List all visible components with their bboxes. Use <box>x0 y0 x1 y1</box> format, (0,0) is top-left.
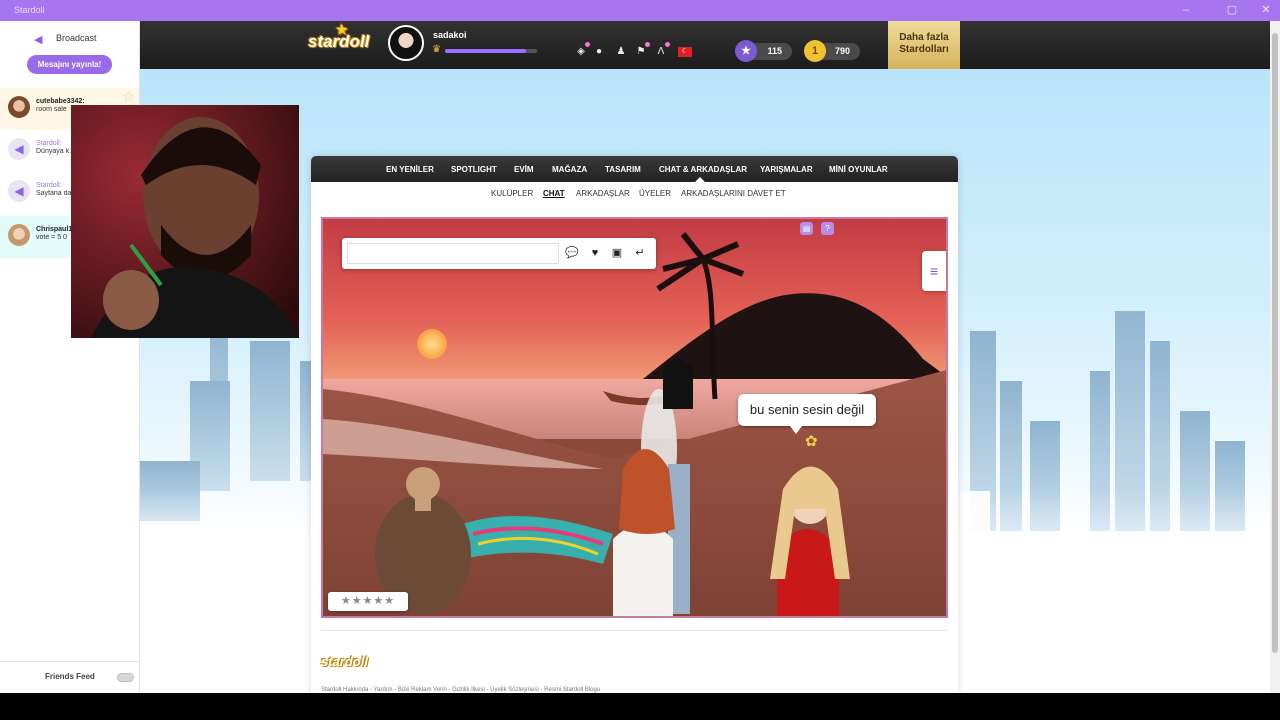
megaphone-icon: ◀ <box>8 138 30 160</box>
bookmark-icon[interactable]: ⚑ <box>634 42 650 59</box>
broadcast-header: ◀ Broadcast <box>34 33 97 46</box>
main-area: ★ stardoll sadakoi ♛ ◈ ● ♟ ⚑ Λ ☾ 115 ★ 79… <box>140 21 1270 693</box>
scrollbar-thumb[interactable] <box>1272 33 1278 653</box>
nav-mini-oyunlar[interactable]: MİNİ OYUNLAR <box>829 165 888 174</box>
crown-icon: ♛ <box>432 44 441 55</box>
photo-icon[interactable]: ▣ <box>609 246 625 260</box>
speech-bubble: bu senin sesin değil <box>738 394 876 434</box>
username[interactable]: sadakoi <box>433 30 467 40</box>
subnav-davet-et[interactable]: ARKADAŞLARINI DAVET ET <box>681 189 786 198</box>
broadcast-label: Broadcast <box>56 33 97 43</box>
nav-spotlight[interactable]: SPOTLIGHT <box>451 165 497 174</box>
closet-icon[interactable]: ◈ <box>574 42 590 59</box>
window-titlebar: Stardoll – ▢ ✕ <box>0 0 1280 21</box>
level-progress-bar <box>445 49 537 53</box>
active-nav-caret <box>695 177 705 182</box>
hamburger-menu-icon[interactable]: ≡ <box>922 251 946 291</box>
heart-icon[interactable]: ♥ <box>587 246 603 260</box>
nav-tasarim[interactable]: TASARIM <box>605 165 641 174</box>
enter-icon[interactable]: ↵ <box>632 246 648 260</box>
subnav-chat[interactable]: CHAT <box>543 189 565 198</box>
nav-en-yeniler[interactable]: EN YENİLER <box>386 165 434 174</box>
level-progress-fill <box>445 49 526 53</box>
teddy-bear-icon[interactable]: ✿ <box>805 432 818 450</box>
video-frame <box>71 105 299 338</box>
feed-author: Stardoll: <box>36 182 62 189</box>
megaphone-icon: ◀ <box>8 180 30 202</box>
buy-stardollars-button[interactable]: Daha fazla Stardolları <box>888 21 960 69</box>
nav-yarismalar[interactable]: YARIŞMALAR <box>760 165 813 174</box>
maximize-icon[interactable]: ▢ <box>1224 3 1240 17</box>
chat-bubbles-icon[interactable]: ● <box>592 45 606 59</box>
room-rating-stars[interactable]: ★★★★★ <box>328 592 408 611</box>
flag-tr-icon[interactable]: ☾ <box>678 47 692 57</box>
friends-feed-label: Friends Feed <box>45 672 95 681</box>
minimize-icon[interactable]: – <box>1178 3 1194 17</box>
subnav-arkadaslar[interactable]: ARKADAŞLAR <box>576 189 630 198</box>
room-info-icon[interactable]: ▤ <box>800 222 813 235</box>
fashion-icon[interactable]: Λ <box>654 42 670 59</box>
subnav-uyeler[interactable]: ÜYELER <box>639 189 671 198</box>
help-icon[interactable]: ? <box>821 222 834 235</box>
close-icon[interactable]: ✕ <box>1258 3 1274 17</box>
footer-logo[interactable]: stardoll <box>321 654 368 669</box>
coin-icon: 1 <box>804 40 826 62</box>
main-nav: EN YENİLER SPOTLIGHT EVİM MAĞAZA TASARIM… <box>311 156 958 182</box>
speech-bubble-icon[interactable]: 💬 <box>564 246 580 260</box>
nav-chat-arkadaslar[interactable]: CHAT & ARKADAŞLAR <box>659 165 747 174</box>
friends-icon[interactable]: ♟ <box>614 45 628 59</box>
chat-input-bar: 💬 ♥ ▣ ↵ <box>342 238 656 269</box>
chat-input[interactable] <box>347 243 559 264</box>
stardollars-star-icon: ★ <box>735 40 757 62</box>
top-bar: ★ stardoll sadakoi ♛ ◈ ● ♟ ⚑ Λ ☾ 115 ★ 79… <box>140 21 1270 69</box>
user-avatar[interactable] <box>388 25 424 61</box>
stardoll-logo[interactable]: ★ stardoll <box>308 22 369 52</box>
avatar <box>8 224 30 246</box>
chat-room-scene[interactable]: 💬 ♥ ▣ ↵ ▤ ? ≡ bu senin sesin değil ✿ ★★★… <box>321 217 948 618</box>
divider <box>0 661 139 662</box>
star-icon: ★ <box>336 22 348 37</box>
taskbar-strip <box>0 693 1280 720</box>
window-title: Stardoll <box>14 5 45 15</box>
app-window: Stardoll – ▢ ✕ ◀ Broadcast Mesajını yayı… <box>0 0 1280 720</box>
publish-message-button[interactable]: Mesajını yayınla! <box>27 55 112 74</box>
subnav-kulupler[interactable]: KULÜPLER <box>491 189 533 198</box>
scrollbar[interactable] <box>1270 21 1280 693</box>
feed-author: Chrispaul1 <box>36 226 73 233</box>
content-card: EN YENİLER SPOTLIGHT EVİM MAĞAZA TASARIM… <box>311 156 958 693</box>
nav-magaza[interactable]: MAĞAZA <box>552 165 587 174</box>
feed-author: Stardoll: <box>36 140 62 147</box>
feed-author: cutebabe3342: <box>36 98 85 105</box>
divider <box>321 630 948 631</box>
star-icon[interactable]: ☆ <box>122 88 135 105</box>
video-overlay[interactable] <box>71 105 299 338</box>
friends-feed-toggle[interactable] <box>117 673 134 682</box>
avatar <box>8 96 30 118</box>
nav-evim[interactable]: EVİM <box>514 165 534 174</box>
megaphone-icon: ◀ <box>34 34 43 46</box>
